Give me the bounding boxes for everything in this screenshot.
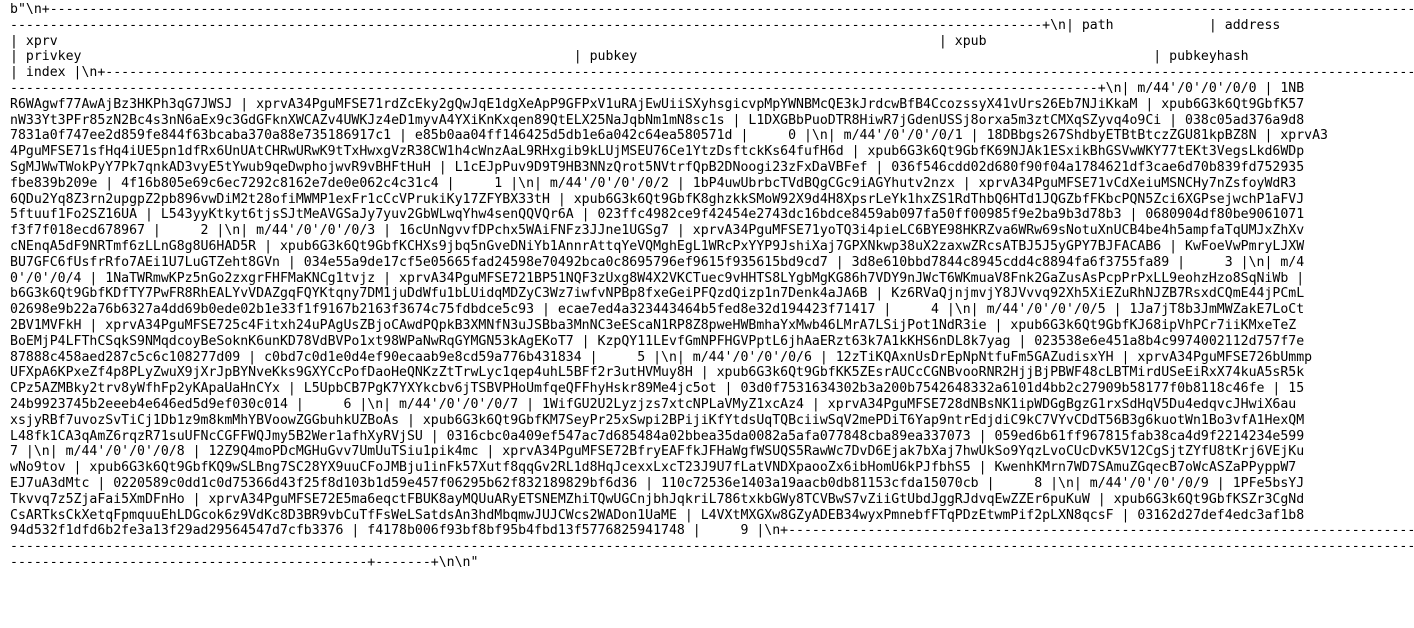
terminal-line: CPz5AZMBky2trv8yWfhFp2yKApaUaHnCYx | L5U… [10,381,1305,397]
terminal-line: | xprv | xpub [10,33,987,49]
terminal-line: | privkey | pubkey | pubkeyhash [10,49,1249,65]
terminal-line: UFXpA6KPxeZf4p8PLyZwuX9jXrJpBYNveKks9GXY… [10,365,1305,381]
terminal-line: 2BV1MVFkH | xprvA34PguMFSE725c4Fitxh24uP… [10,317,1297,333]
terminal-line: CsARTksCkXetqFpmquuEhLDGcok6z9VdKc8D3BR9… [10,507,1305,523]
terminal-line: L48fk1CA3qAmZ6rqzR71suUFNcCGFFWQJmy5B2We… [10,428,1305,444]
terminal-line: 24b9923745b2eeeb4e646ed5d9ef030c014 | 6 … [10,396,1297,412]
terminal-line: Tkvvq7z5ZjaFai5XmDFnHo | xprvA34PguMFSE7… [10,491,1305,507]
terminal-output: b"\n+-----------------------------------… [10,2,1414,628]
terminal-line: b"\n+-----------------------------------… [10,2,1414,17]
terminal-line: 6QDu2Yq8Z3rn2upgpZ2pb896vwDiM2t28ofiMWMP… [10,191,1305,207]
terminal-line: EJ7uA3dMtc | 0220589c0dd1c0d75366d43f25f… [10,475,1305,491]
terminal-line: 87888c458aed287c5c6c108277d09 | c0bd7c0d… [10,349,1313,365]
terminal-line: ----------------------------------------… [10,539,1414,555]
terminal-line: | index |\n+----------------------------… [10,65,1414,81]
terminal-line: 5ftuuf1Fo2SZ16UA | L543yyKtkyt6tjsSJtMeA… [10,207,1305,223]
terminal-line: cNEnqA5dF9NRTmf6zLLnG8g8U6HAD5R | xpub6G… [10,238,1305,254]
terminal-line: nW33Yt3PFr85zN2Bc4s3nN6aEx9c3GdGFknXWCAZ… [10,112,1305,128]
terminal-line: 0'/0'/0/4 | 1NaTWRmwKPz5nGo2zxgrFHFMaKNC… [10,270,1313,286]
terminal-line: ----------------------------------------… [10,554,479,570]
terminal-line: ----------------------------------------… [10,80,1305,96]
terminal-line: 7 |\n| m/44'/0'/0'/0/8 | 12Z9Q4moPDcMGHu… [10,444,1305,460]
terminal-line: b6G3k6Qt9GbfKDfTY7PwFR8RhEALYvVDAZgqFQYK… [10,286,1305,302]
terminal-line: 4PguMFSE71sfHq4iUE5pn1dfRx6UnUAtCHRwURwK… [10,144,1305,160]
terminal-line: R6WAgwf77AwAjBz3HKPh3qG7JWSJ | xprvA34Pg… [10,96,1305,112]
terminal-line: wNo9tov | xpub6G3k6Qt9GbfKQ9wSLBng7SC28Y… [10,460,1297,476]
terminal-line: SgMJWwTWokPyY7Pk7qnkAD3vyE5tYwub9qeDwpho… [10,159,1305,175]
terminal-line: ----------------------------------------… [10,17,1281,33]
terminal-line: 02698e9b22a76b6327a4dd69b0ede02b1e33f1f9… [10,302,1305,318]
terminal-line: 7831a0f747ee2d859fe844f63bcaba370a88e735… [10,128,1328,144]
terminal-line: fbe839b209e | 4f16b805e69c6ec7292c8162e7… [10,175,1297,191]
terminal-line: BoEMjP4LFThCSqkS9NMqdcoyBeSoknK6unKD78Vd… [10,333,1305,349]
terminal-line: BU7GFC6fUsfrRfo7AEi1U7LuGTZeht8GVn | 034… [10,254,1305,270]
terminal-line: 94d532f1dfd6b2fe3a13f29ad29564547d7cfb33… [10,523,1414,539]
terminal-line: f3f7f018ecd678967 | 2 |\n| m/44'/0'/0'/0… [10,223,1305,239]
terminal-line: xsjyRBf7uvozSvTiCj1Db1z9m8kmMhYBVoowZGGb… [10,412,1305,428]
